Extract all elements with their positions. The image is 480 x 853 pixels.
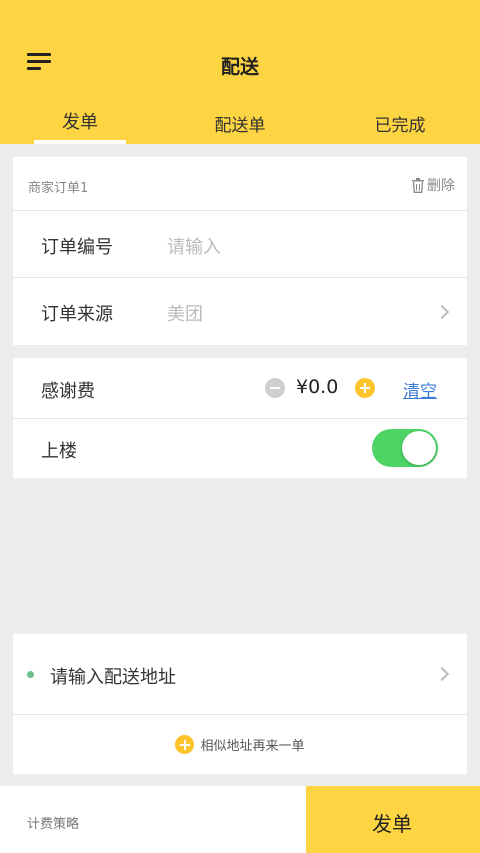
- order-card: 商家订单1 删除 订单编号 请输入 订单来源 美团: [13, 157, 467, 345]
- tip-row: 感谢费 ¥0.0 清空: [13, 358, 467, 419]
- page-title: 配送: [220, 56, 259, 78]
- delete-label: 删除: [427, 178, 455, 194]
- toggle-knob: [402, 431, 436, 465]
- chevron-right-icon: [434, 304, 450, 320]
- address-input[interactable]: 请输入配送地址: [50, 663, 176, 689]
- submit-order-button[interactable]: 发单: [306, 786, 480, 853]
- pricing-strategy-link[interactable]: 计费策略: [27, 813, 79, 832]
- app-header: 配送 发单 配送单 已完成: [0, 0, 480, 144]
- clear-tip-link[interactable]: 清空: [403, 377, 437, 402]
- tip-card: 感谢费 ¥0.0 清空 上楼: [13, 358, 467, 478]
- tip-decrease-button[interactable]: [265, 378, 285, 398]
- address-card: 请输入配送地址 相似地址再来一单: [13, 634, 467, 774]
- address-row[interactable]: 请输入配送地址: [13, 634, 467, 715]
- green-dot-icon: [27, 671, 34, 678]
- upstairs-toggle[interactable]: [372, 429, 438, 467]
- tip-increase-button[interactable]: [355, 378, 375, 398]
- delete-button[interactable]: 删除: [411, 175, 455, 195]
- order-number-label: 订单编号: [41, 237, 113, 258]
- upstairs-row: 上楼: [13, 419, 467, 478]
- tab-delivery-orders[interactable]: 配送单: [190, 111, 290, 136]
- upstairs-label: 上楼: [41, 441, 77, 462]
- order-section-title: 商家订单1: [28, 181, 89, 196]
- order-section-header: 商家订单1 删除: [13, 157, 467, 211]
- tab-send-order[interactable]: 发单: [34, 108, 126, 134]
- similar-address-button[interactable]: 相似地址再来一单: [13, 715, 467, 774]
- order-number-input[interactable]: 请输入: [167, 233, 221, 259]
- similar-address-label: 相似地址再来一单: [200, 739, 305, 754]
- order-source-value: 美团: [167, 304, 203, 325]
- tab-completed[interactable]: 已完成: [350, 111, 450, 136]
- tip-label: 感谢费: [41, 381, 95, 402]
- chevron-right-icon: [434, 666, 450, 682]
- trash-icon: [412, 177, 424, 193]
- order-number-row: 订单编号 请输入: [13, 211, 467, 278]
- submit-order-label: 发单: [372, 812, 412, 836]
- tip-amount: ¥0.0: [296, 376, 339, 398]
- order-source-row[interactable]: 订单来源 美团: [13, 278, 467, 345]
- active-tab-indicator: [34, 140, 126, 144]
- order-source-label: 订单来源: [41, 304, 113, 325]
- add-circle-icon: [175, 735, 195, 754]
